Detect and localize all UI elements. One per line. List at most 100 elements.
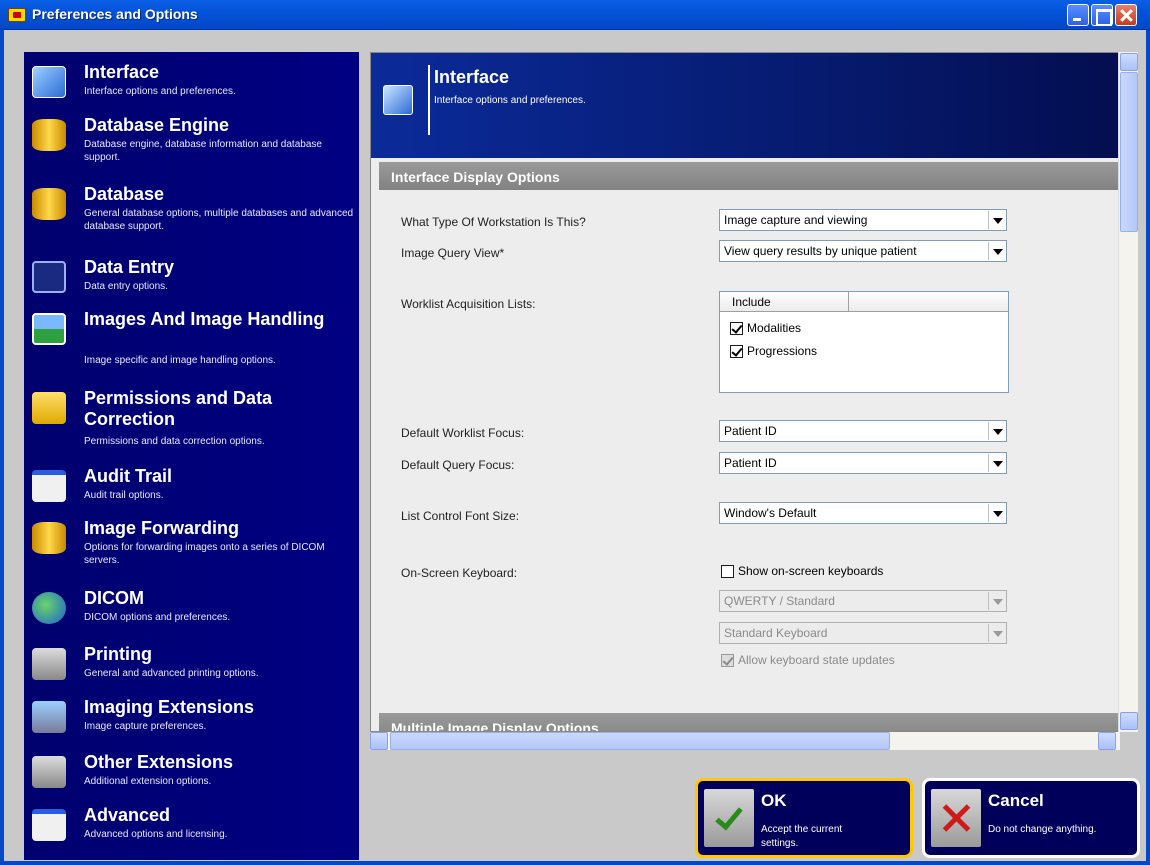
scroll-right-button[interactable] bbox=[1098, 732, 1116, 750]
chevron-down-icon[interactable] bbox=[988, 504, 1005, 522]
interface-icon bbox=[32, 66, 66, 98]
panel-description: Interface options and preferences. bbox=[434, 95, 586, 106]
list-item-label: Modalities bbox=[747, 321, 802, 335]
sidebar-item-label: Interface bbox=[84, 62, 160, 82]
worklist-focus-label: Default Worklist Focus: bbox=[401, 426, 525, 440]
query-focus-value: Patient ID bbox=[724, 456, 777, 470]
interface-icon bbox=[383, 85, 413, 115]
panel-title: Interface bbox=[434, 67, 510, 87]
panel-header: Interface Interface options and preferen… bbox=[371, 53, 1119, 158]
sidebar-item-desc: DICOM options and preferences. bbox=[84, 612, 231, 623]
scroll-up-button[interactable] bbox=[1120, 53, 1138, 71]
sidebar-item-desc: Options for forwarding images onto a ser… bbox=[84, 542, 325, 566]
chevron-down-icon[interactable] bbox=[988, 242, 1005, 260]
workstation-value: Image capture and viewing bbox=[724, 213, 868, 227]
keyboard-layout-value: QWERTY / Standard bbox=[724, 594, 835, 608]
sidebar-item-label: Audit Trail bbox=[84, 466, 173, 486]
font-size-select[interactable]: Window's Default bbox=[719, 502, 1007, 524]
sidebar-item-desc: Additional extension options. bbox=[84, 776, 212, 787]
close-button[interactable] bbox=[1115, 4, 1137, 26]
keyboard-state-row[interactable]: Allow keyboard state updates bbox=[721, 653, 895, 668]
other-extension-icon bbox=[32, 756, 66, 788]
workstation-select[interactable]: Image capture and viewing bbox=[719, 209, 1007, 231]
list-item[interactable]: Modalities bbox=[730, 321, 802, 336]
checkmark-icon bbox=[704, 789, 754, 847]
scroll-thumb[interactable] bbox=[1120, 72, 1138, 232]
folder-icon bbox=[32, 392, 66, 424]
advanced-icon bbox=[32, 809, 66, 841]
printer-icon bbox=[32, 648, 66, 680]
maximize-button[interactable] bbox=[1091, 4, 1113, 26]
chevron-down-icon[interactable] bbox=[988, 624, 1005, 642]
monitor-icon bbox=[32, 261, 66, 293]
sidebar-item-desc: Image specific and image handling option… bbox=[84, 355, 276, 366]
sidebar-item-label: Advanced bbox=[84, 805, 171, 825]
cancel-label: Cancel bbox=[988, 791, 1044, 810]
chevron-down-icon[interactable] bbox=[988, 592, 1005, 610]
list-header[interactable]: Include bbox=[720, 292, 1008, 312]
forward-icon bbox=[32, 522, 66, 554]
close-icon bbox=[931, 789, 981, 847]
horizontal-scrollbar[interactable] bbox=[370, 732, 1120, 750]
ok-label: OK bbox=[761, 791, 787, 810]
chevron-down-icon[interactable] bbox=[988, 422, 1005, 440]
checkbox[interactable] bbox=[721, 565, 734, 579]
sidebar-item-desc: Data entry options. bbox=[84, 281, 168, 292]
ok-button[interactable]: OK Accept the current settings. bbox=[695, 778, 913, 858]
font-size-label: List Control Font Size: bbox=[401, 509, 520, 523]
sidebar-item-desc: Image capture preferences. bbox=[84, 721, 207, 732]
sidebar-item-desc: Permissions and data correction options. bbox=[84, 436, 265, 447]
sidebar-item-label: Imaging Extensions bbox=[84, 697, 255, 717]
sidebar-item-label: Database Engine bbox=[84, 115, 230, 135]
query-view-label: Image Query View* bbox=[401, 246, 505, 260]
list-item-label: Progressions bbox=[747, 344, 818, 358]
keyboard-checkbox-row[interactable]: Show on-screen keyboards bbox=[721, 564, 884, 579]
sidebar-item-label: Printing bbox=[84, 644, 152, 664]
keyboard-state-label: Allow keyboard state updates bbox=[738, 653, 895, 667]
worklist-focus-select[interactable]: Patient ID bbox=[719, 420, 1007, 442]
workstation-label: What Type Of Workstation Is This? bbox=[401, 215, 586, 229]
window-icon bbox=[32, 470, 66, 502]
database-engine-icon bbox=[32, 119, 66, 151]
keyboard-type-select[interactable]: Standard Keyboard bbox=[719, 622, 1007, 644]
worklist-focus-value: Patient ID bbox=[724, 424, 777, 438]
cancel-desc: Do not change anything. bbox=[988, 824, 1097, 835]
list-header-label: Include bbox=[732, 295, 771, 309]
checkbox[interactable] bbox=[730, 345, 743, 359]
worklist-listbox[interactable]: Include Modalities Progressions bbox=[719, 291, 1009, 393]
sidebar-item-desc: General database options, multiple datab… bbox=[84, 208, 354, 232]
sidebar-item-label: Images And Image Handling bbox=[84, 309, 325, 329]
image-icon bbox=[32, 313, 66, 345]
scroll-left-button[interactable] bbox=[370, 732, 388, 750]
chevron-down-icon[interactable] bbox=[988, 211, 1005, 229]
query-view-value: View query results by unique patient bbox=[724, 244, 917, 258]
app-icon bbox=[8, 8, 26, 22]
keyboard-label: On-Screen Keyboard: bbox=[401, 566, 518, 580]
chevron-down-icon[interactable] bbox=[988, 454, 1005, 472]
checkbox[interactable] bbox=[730, 322, 743, 336]
keyboard-checkbox-label: Show on-screen keyboards bbox=[738, 564, 884, 578]
sidebar-item-desc: General and advanced printing options. bbox=[84, 668, 259, 679]
window-title: Preferences and Options bbox=[32, 6, 198, 22]
sidebar-item-desc: Audit trail options. bbox=[84, 490, 164, 501]
scroll-thumb[interactable] bbox=[390, 732, 890, 750]
sidebar-item-label: Other Extensions bbox=[84, 752, 234, 772]
checkbox[interactable] bbox=[721, 654, 734, 668]
minimize-button[interactable] bbox=[1067, 4, 1089, 26]
query-view-select[interactable]: View query results by unique patient bbox=[719, 240, 1007, 262]
vertical-scrollbar[interactable] bbox=[1118, 52, 1138, 732]
extension-icon bbox=[32, 701, 66, 733]
sidebar-item-desc: Database engine, database information an… bbox=[84, 139, 322, 163]
query-focus-select[interactable]: Patient ID bbox=[719, 452, 1007, 474]
cancel-button[interactable]: Cancel Do not change anything. bbox=[922, 778, 1140, 858]
globe-icon bbox=[32, 592, 66, 624]
title-bar: Preferences and Options bbox=[0, 0, 1150, 30]
sidebar: Interface Interface options and preferen… bbox=[24, 52, 359, 860]
sidebar-item-label: Permissions and Data Correction bbox=[84, 388, 273, 429]
font-size-value: Window's Default bbox=[724, 506, 817, 520]
sidebar-item-desc: Interface options and preferences. bbox=[84, 86, 236, 97]
list-item[interactable]: Progressions bbox=[730, 344, 818, 359]
keyboard-layout-select[interactable]: QWERTY / Standard bbox=[719, 590, 1007, 612]
scroll-down-button[interactable] bbox=[1120, 712, 1138, 730]
database-icon bbox=[32, 188, 66, 220]
